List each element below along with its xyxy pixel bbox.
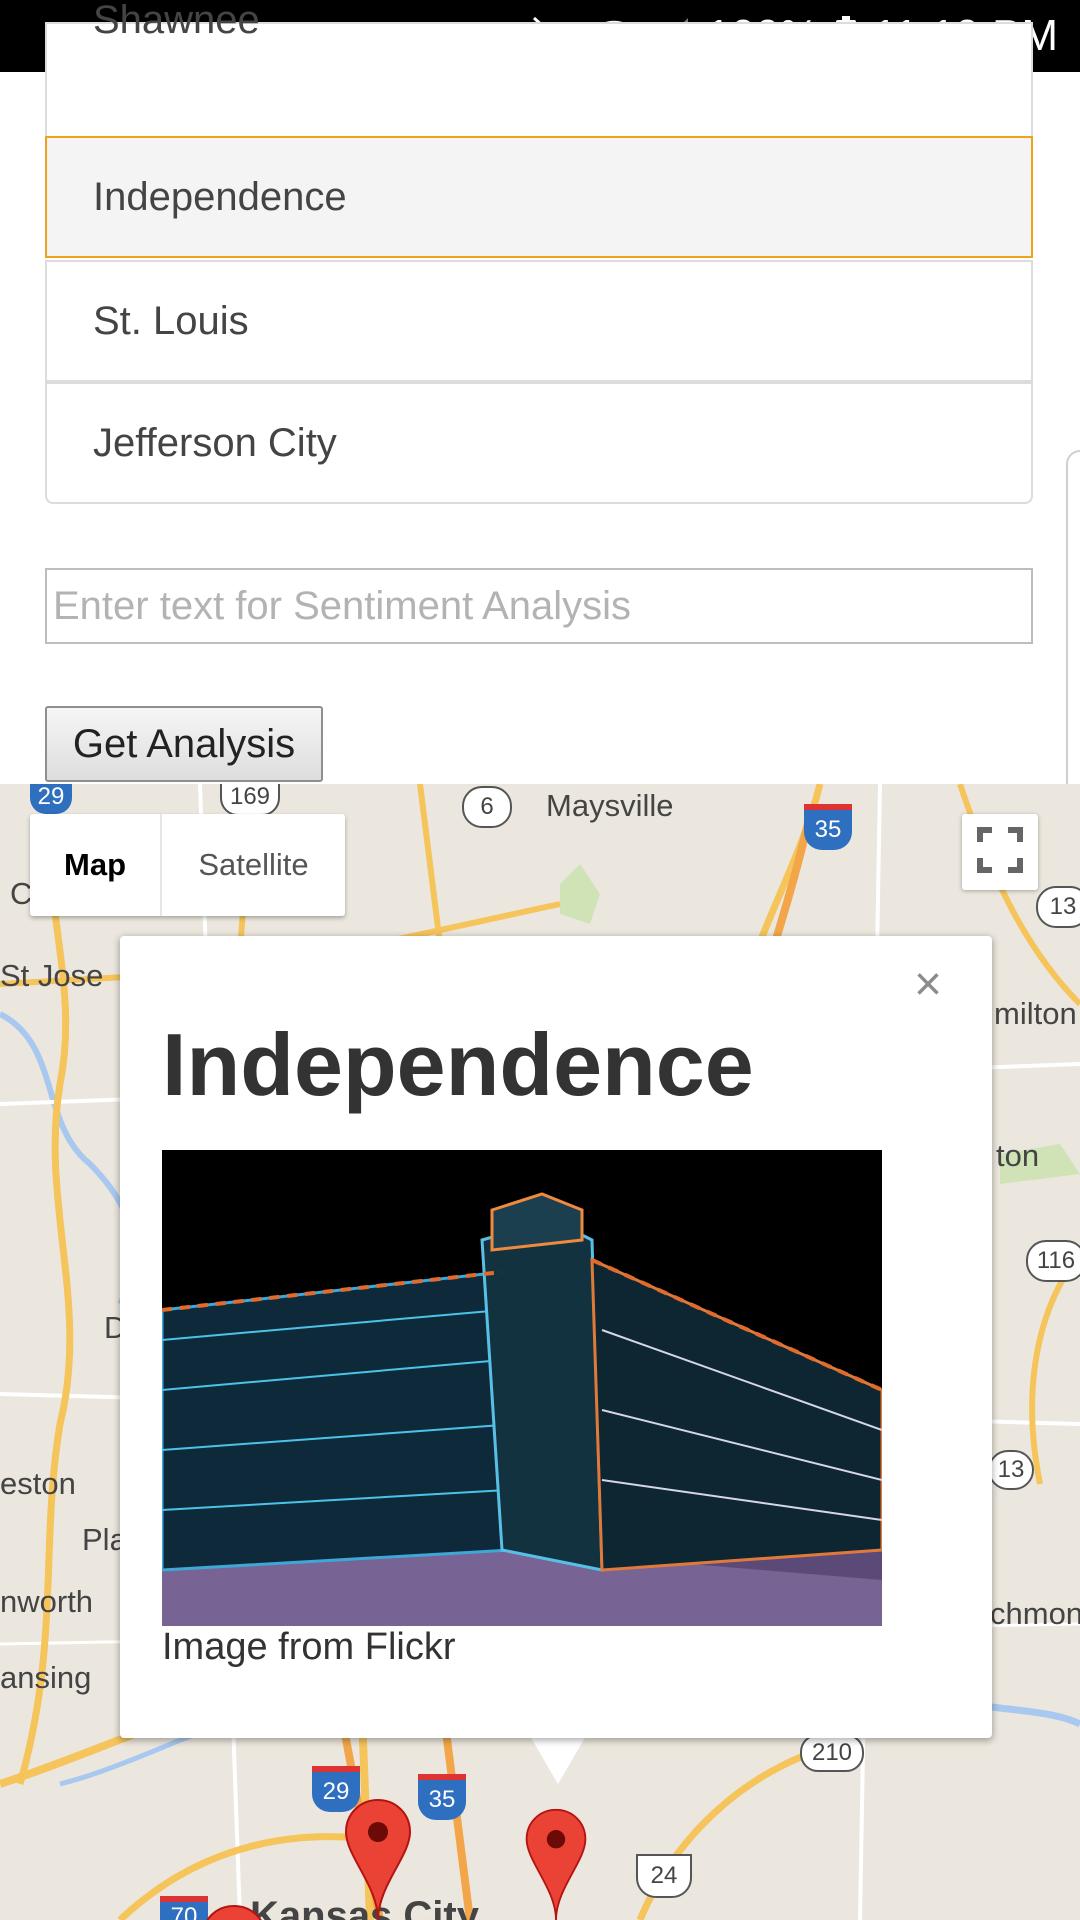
side-panel-edge[interactable]	[1066, 450, 1080, 810]
info-window: × Independence Image from Flickr	[120, 936, 992, 1738]
list-item-label: Shawnee	[93, 0, 260, 42]
map-marker-independence[interactable]	[522, 1808, 590, 1920]
route-shield-29: 29	[30, 784, 72, 814]
route-shield-13: 13	[1036, 886, 1080, 928]
image-caption: Image from Flickr	[162, 1626, 456, 1668]
close-icon: ×	[913, 957, 943, 1011]
map-label-maysville: Maysville	[546, 788, 674, 823]
map-type-satellite-button[interactable]: Satellite	[162, 814, 345, 916]
route-shield-116: 116	[1026, 1240, 1080, 1282]
list-item-label: St. Louis	[93, 298, 249, 343]
close-info-window-button[interactable]: ×	[900, 956, 956, 1012]
route-shield-24: 24	[636, 1854, 692, 1898]
route-shield-169: 169	[220, 784, 280, 816]
fullscreen-icon	[976, 826, 1024, 879]
get-analysis-button[interactable]: Get Analysis	[45, 706, 323, 782]
map-marker[interactable]	[344, 1798, 412, 1920]
fullscreen-button[interactable]	[962, 814, 1038, 890]
list-item-label: Independence	[93, 174, 347, 219]
route-shield-35: 35	[804, 804, 852, 850]
route-shield-13b: 13	[988, 1450, 1034, 1490]
sentiment-text-input[interactable]	[45, 568, 1033, 644]
city-photo	[162, 1150, 882, 1626]
map-label-richmond: chmon	[990, 1596, 1080, 1631]
map-marker[interactable]	[200, 1904, 268, 1920]
route-shield-210: 210	[800, 1734, 864, 1772]
map-label-cameron: ton	[996, 1138, 1040, 1173]
list-item-shawnee[interactable]: Shawnee	[45, 0, 1033, 144]
map-type-control: Map Satellite	[30, 814, 345, 916]
route-shield-35b: 35	[418, 1774, 466, 1820]
map-label-st-joseph: St Jose	[0, 958, 104, 993]
map-type-map-button[interactable]: Map	[30, 814, 162, 916]
map-label-leavenworth: nworth	[0, 1584, 94, 1619]
info-window-tail	[530, 1736, 586, 1784]
info-window-title: Independence	[162, 1015, 754, 1114]
route-shield-6: 6	[462, 786, 512, 828]
map-label-hamilton: milton	[994, 996, 1077, 1031]
list-item-jefferson-city[interactable]: Jefferson City	[45, 382, 1033, 504]
list-item-st-louis[interactable]: St. Louis	[45, 260, 1033, 382]
map-label-weston: eston	[0, 1466, 76, 1501]
map-label-lansing: ansing	[0, 1660, 92, 1695]
list-item-independence[interactable]: Independence	[45, 136, 1033, 258]
list-item-label: Jefferson City	[93, 420, 337, 465]
